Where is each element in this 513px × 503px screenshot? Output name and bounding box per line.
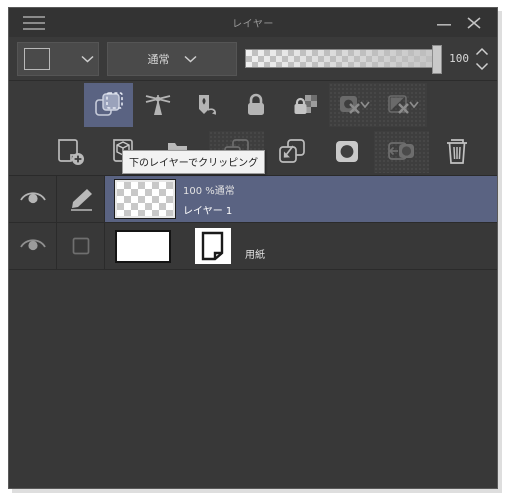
create-mask-button[interactable]: [319, 131, 374, 173]
layer-property-toolbar: [9, 81, 497, 129]
chevron-up-icon: [475, 47, 489, 55]
layer-thumbnail: [114, 179, 176, 219]
blend-mode-dropdown[interactable]: 通常: [107, 41, 237, 76]
opacity-slider-thumb[interactable]: [432, 45, 442, 74]
eye-icon: [19, 239, 46, 251]
mask-color-swatch: [24, 47, 50, 70]
duplicate-layer-button[interactable]: [264, 131, 319, 173]
lock-transparent-pixels-button[interactable]: [280, 83, 329, 127]
pencil-icon: [70, 189, 92, 211]
layer-palette-window: レイヤー 通常 100 下のレイヤーでクリッピング 100 %通常 レイヤー 1…: [8, 7, 498, 489]
layer-edit-mode-toggle[interactable]: [57, 176, 105, 222]
draft-layer-button[interactable]: [182, 83, 231, 127]
layer-blend-meta: 100 %通常: [183, 185, 235, 197]
layer-row-body[interactable]: 100 %通常 レイヤー 1: [105, 176, 497, 222]
layer-name[interactable]: レイヤー 1: [183, 202, 235, 217]
create-mask-icon: [335, 141, 358, 162]
empty-square-icon: [72, 237, 89, 255]
layer-visibility-toggle[interactable]: [9, 176, 57, 222]
chevron-down-icon: [183, 55, 197, 63]
opacity-control: 100: [245, 45, 489, 74]
opacity-value[interactable]: 100: [445, 52, 469, 65]
opacity-slider-track[interactable]: [245, 45, 442, 74]
delete-layer-button[interactable]: [429, 131, 484, 173]
mask-color-dropdown[interactable]: [17, 41, 99, 76]
minimize-icon: [437, 24, 451, 26]
layer-list: 100 %通常 レイヤー 1 用紙: [9, 176, 497, 488]
chevron-down-icon: [81, 55, 94, 63]
lock-layer-icon: [247, 93, 264, 115]
tooltip: 下のレイヤーでクリッピング: [122, 150, 266, 174]
mask-enable-button: [329, 83, 378, 127]
new-raster-layer-icon: [57, 139, 84, 165]
blend-opacity-bar: 通常 100: [9, 37, 497, 81]
paper-icon: [195, 228, 231, 264]
layer-thumbnail: [115, 229, 171, 263]
delete-layer-icon: [446, 139, 467, 164]
blend-mode-label: 通常: [147, 52, 170, 66]
mask-clip-icon: [387, 95, 419, 114]
reference-layer-button[interactable]: [133, 83, 182, 127]
new-raster-layer-button[interactable]: [44, 131, 99, 173]
layer-list-item[interactable]: 100 %通常 レイヤー 1: [9, 176, 497, 223]
close-button[interactable]: [461, 11, 487, 35]
layer-list-item[interactable]: 用紙: [9, 223, 497, 270]
mask-clip-button: [378, 83, 427, 127]
duplicate-layer-icon: [278, 139, 305, 163]
lock-layer-button[interactable]: [231, 83, 280, 127]
layer-text-block: 100 %通常 レイヤー 1: [183, 182, 235, 217]
layer-edit-mode-toggle[interactable]: [57, 223, 105, 269]
apply-mask-icon: [387, 142, 414, 160]
mask-enable-icon: [339, 96, 370, 114]
clip-to-layer-below-icon: [94, 92, 123, 116]
title-bar: レイヤー: [9, 8, 497, 37]
apply-mask-button: [374, 131, 429, 173]
minimize-button[interactable]: [431, 11, 457, 35]
lock-transparent-pixels-icon: [294, 95, 317, 114]
opacity-stepper[interactable]: [475, 47, 489, 71]
reference-layer-icon: [145, 95, 170, 115]
draft-layer-icon: [198, 95, 216, 115]
chevron-down-icon: [475, 62, 489, 70]
clip-to-layer-below-button[interactable]: [84, 83, 133, 127]
layer-visibility-toggle[interactable]: [9, 223, 57, 269]
close-icon: [467, 17, 481, 29]
layer-row-body[interactable]: 用紙: [105, 223, 497, 269]
window-title: レイヤー: [232, 19, 274, 30]
layer-name[interactable]: 用紙: [245, 246, 265, 261]
eye-icon: [19, 192, 46, 204]
